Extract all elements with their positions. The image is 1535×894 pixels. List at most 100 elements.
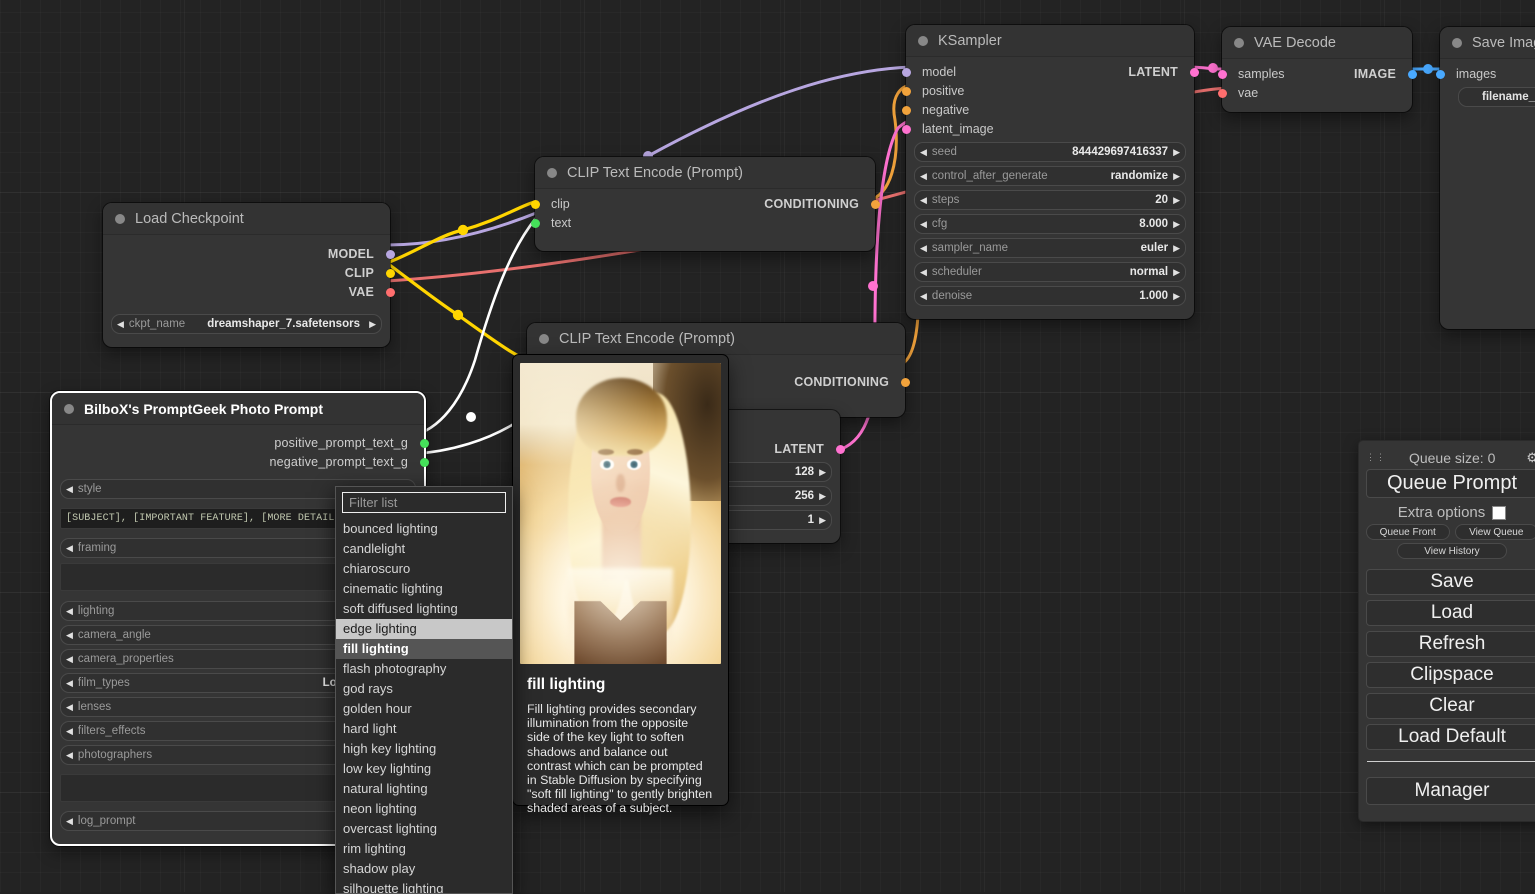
port-row[interactable]: clip CONDITIONING [535,195,875,213]
input-port-negative[interactable] [902,106,911,115]
input-port-positive[interactable] [902,87,911,96]
decrement-arrow-icon[interactable]: ◀ [920,268,927,277]
output-port-vae[interactable] [386,288,395,297]
output-port-latent[interactable] [836,445,845,454]
node-title-bar[interactable]: CLIP Text Encode (Prompt) [535,157,875,189]
output-port-clip[interactable] [386,269,395,278]
dropdown-item[interactable]: shadow play [336,859,512,879]
drag-handle-icon[interactable]: ⋮⋮ [1366,454,1378,461]
widget-value[interactable]: normal [1130,266,1168,278]
dropdown-item[interactable]: cinematic lighting [336,579,512,599]
output-port-positive-prompt[interactable] [420,439,429,448]
increment-arrow-icon[interactable]: ▶ [1173,220,1180,229]
decrement-arrow-icon[interactable]: ◀ [920,196,927,205]
port-row[interactable]: text [535,214,875,232]
collapse-dot-icon[interactable] [539,334,549,344]
port-row[interactable]: model LATENT [906,63,1194,81]
node-title-bar[interactable]: VAE Decode [1222,27,1412,59]
save-button[interactable]: Save [1366,569,1535,595]
decrement-arrow-icon[interactable]: ◀ [66,655,73,664]
node-save-image[interactable]: Save Image images filename_pref [1440,27,1535,329]
output-port-latent[interactable] [1190,68,1199,77]
dropdown-item[interactable]: chiaroscuro [336,559,512,579]
collapse-dot-icon[interactable] [1452,38,1462,48]
decrement-arrow-icon[interactable]: ◀ [66,485,73,494]
decrement-arrow-icon[interactable]: ◀ [66,751,73,760]
output-port-conditioning[interactable] [871,200,880,209]
decrement-arrow-icon[interactable]: ◀ [920,220,927,229]
output-port-image[interactable] [1408,70,1417,79]
dropdown-item[interactable]: neon lighting [336,799,512,819]
node-ksampler[interactable]: KSampler model LATENT positive negative … [906,25,1194,319]
dropdown-item[interactable]: natural lighting [336,779,512,799]
widget-control-after-generate[interactable]: ◀ control_after_generate randomize ▶ [914,166,1186,186]
decrement-arrow-icon[interactable]: ◀ [920,148,927,157]
increment-arrow-icon[interactable]: ▶ [1173,196,1180,205]
dropdown-item[interactable]: high key lighting [336,739,512,759]
node-title-bar[interactable]: CLIP Text Encode (Prompt) [527,323,905,355]
input-port-model[interactable] [902,68,911,77]
refresh-button[interactable]: Refresh [1366,631,1535,657]
view-history-button[interactable]: View History [1397,543,1507,559]
port-row[interactable]: CLIP [103,264,390,282]
decrement-arrow-icon[interactable]: ◀ [117,320,124,329]
collapse-dot-icon[interactable] [918,36,928,46]
port-row[interactable]: VAE [103,283,390,301]
extra-options-row[interactable]: Extra options [1366,501,1535,524]
comfy-menu-panel[interactable]: ⋮⋮ Queue size: 0 ⚙ Queue Prompt Extra op… [1359,441,1535,821]
manager-button[interactable]: Manager [1366,777,1535,805]
node-vae-decode[interactable]: VAE Decode samples IMAGE vae [1222,27,1412,112]
increment-arrow-icon[interactable]: ▶ [1173,268,1180,277]
dropdown-item[interactable]: fill lighting [336,639,512,659]
dropdown-item[interactable]: flash photography [336,659,512,679]
widget-value[interactable]: 1 [808,514,814,526]
port-row[interactable]: MODEL [103,245,390,263]
load-default-button[interactable]: Load Default [1366,724,1535,750]
widget-value[interactable]: 844429697416337 [1072,146,1168,158]
dropdown-item[interactable]: overcast lighting [336,819,512,839]
port-row[interactable]: latent_image [906,120,1194,138]
port-row[interactable]: positive_prompt_text_g [52,434,424,452]
clipspace-button[interactable]: Clipspace [1366,662,1535,688]
collapse-dot-icon[interactable] [1234,38,1244,48]
collapse-dot-icon[interactable] [115,214,125,224]
dropdown-item-list[interactable]: bounced lightingcandlelightchiaroscuroci… [336,519,512,894]
node-clip-text-encode-1[interactable]: CLIP Text Encode (Prompt) clip CONDITION… [535,157,875,251]
increment-arrow-icon[interactable]: ▶ [1173,148,1180,157]
input-port-latent-image[interactable] [902,125,911,134]
output-port-model[interactable] [386,250,395,259]
widget-scheduler[interactable]: ◀ scheduler normal ▶ [914,262,1186,282]
dropdown-item[interactable]: rim lighting [336,839,512,859]
input-port-text[interactable] [531,219,540,228]
widget-sampler-name[interactable]: ◀ sampler_name euler ▶ [914,238,1186,258]
dropdown-item[interactable]: hard light [336,719,512,739]
decrement-arrow-icon[interactable]: ◀ [920,292,927,301]
queue-prompt-button[interactable]: Queue Prompt [1366,469,1535,498]
input-port-images[interactable] [1436,70,1445,79]
input-port-clip[interactable] [531,200,540,209]
widget-seed[interactable]: ◀ seed 844429697416337 ▶ [914,142,1186,162]
increment-arrow-icon[interactable]: ▶ [1173,172,1180,181]
collapse-dot-icon[interactable] [64,404,74,414]
increment-arrow-icon[interactable]: ▶ [819,492,826,501]
increment-arrow-icon[interactable]: ▶ [1173,244,1180,253]
input-port-vae[interactable] [1218,89,1227,98]
dropdown-item[interactable]: edge lighting [336,619,512,639]
combo-dropdown[interactable]: bounced lightingcandlelightchiaroscuroci… [335,486,513,894]
output-port-negative-prompt[interactable] [420,458,429,467]
increment-arrow-icon[interactable]: ▶ [819,516,826,525]
decrement-arrow-icon[interactable]: ◀ [920,244,927,253]
dropdown-item[interactable]: god rays [336,679,512,699]
dropdown-item[interactable]: soft diffused lighting [336,599,512,619]
gear-icon[interactable]: ⚙ [1526,450,1535,466]
decrement-arrow-icon[interactable]: ◀ [66,631,73,640]
widget-denoise[interactable]: ◀ denoise 1.000 ▶ [914,286,1186,306]
widget-filename-prefix[interactable]: filename_pref [1458,87,1535,107]
port-row[interactable]: vae [1222,84,1412,102]
decrement-arrow-icon[interactable]: ◀ [66,703,73,712]
clear-button[interactable]: Clear [1366,693,1535,719]
widget-value[interactable]: 128 [795,466,814,478]
increment-arrow-icon[interactable]: ▶ [819,468,826,477]
input-port-samples[interactable] [1218,70,1227,79]
node-title-bar[interactable]: KSampler [906,25,1194,57]
